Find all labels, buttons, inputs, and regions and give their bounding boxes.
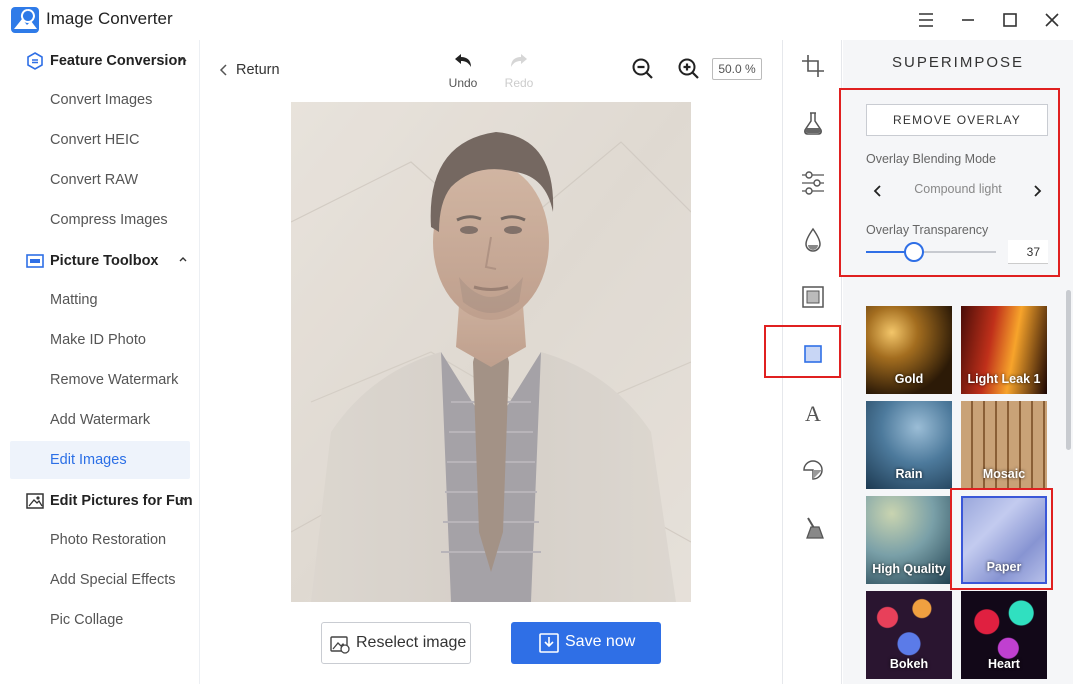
feature-conversion-icon [27, 52, 43, 70]
sidebar-item-photo-restoration[interactable]: Photo Restoration [10, 521, 190, 559]
crop-icon[interactable] [798, 51, 828, 81]
blend-mode-label: Overlay Blending Mode [866, 152, 996, 166]
app-title: Image Converter [46, 9, 173, 28]
chevron-left-icon [219, 64, 227, 76]
overlay-rain[interactable]: Rain [866, 401, 952, 489]
overlay-heart[interactable]: Heart [961, 591, 1047, 679]
overlay-icon[interactable] [798, 339, 828, 369]
overlay-high-quality[interactable]: High Quality [866, 496, 952, 584]
chevron-right-icon[interactable] [1031, 184, 1043, 198]
zoom-level[interactable]: 50.0 % [712, 58, 762, 80]
redo-button[interactable]: Redo [501, 52, 537, 92]
undo-icon [455, 54, 471, 67]
transparency-value[interactable]: 37 [1008, 240, 1048, 264]
panel-title: SUPERIMPOSE [891, 54, 1025, 71]
text-icon[interactable]: A [798, 397, 828, 427]
sidebar-item-convert-raw[interactable]: Convert RAW [10, 161, 190, 199]
zoom-in-icon[interactable] [677, 57, 701, 81]
sticker-icon[interactable] [798, 455, 828, 485]
section-picture-toolbox[interactable]: Picture Toolbox [0, 242, 200, 278]
drop-icon[interactable] [798, 225, 828, 255]
minimize-icon[interactable] [955, 8, 981, 32]
sidebar-item-pic-collage[interactable]: Pic Collage [10, 601, 190, 639]
reselect-image-button[interactable]: Reselect image [321, 622, 471, 664]
remove-overlay-button[interactable]: REMOVE OVERLAY [866, 104, 1048, 136]
sidebar: Feature Conversion Convert Images Conver… [0, 40, 200, 684]
sidebar-item-edit-images[interactable]: Edit Images [10, 441, 190, 479]
panel-scrollbar[interactable] [1066, 290, 1071, 450]
brush-icon[interactable] [798, 514, 828, 544]
chevron-up-icon [179, 497, 187, 502]
overlay-paper[interactable]: Paper [961, 496, 1047, 584]
undo-button[interactable]: Undo [445, 52, 481, 92]
menu-icon[interactable] [913, 8, 939, 32]
save-icon [539, 633, 559, 653]
close-icon[interactable] [1039, 8, 1065, 32]
svg-text:A: A [805, 401, 821, 426]
app-logo-icon [11, 7, 39, 33]
frame-icon[interactable] [798, 282, 828, 312]
save-now-button[interactable]: Save now [511, 622, 661, 664]
tool-column: A [764, 40, 842, 684]
chevron-up-icon [179, 257, 187, 262]
edit-pictures-icon [26, 493, 44, 509]
sidebar-item-convert-images[interactable]: Convert Images [10, 81, 190, 119]
section-label: Feature Conversion [50, 53, 187, 69]
superimpose-panel: SUPERIMPOSE REMOVE OVERLAY Overlay Blend… [839, 40, 1073, 684]
chevron-up-icon [179, 57, 187, 62]
zoom-out-icon[interactable] [631, 57, 655, 81]
picture-toolbox-icon [26, 254, 44, 268]
section-label: Picture Toolbox [50, 253, 159, 269]
sidebar-item-compress-images[interactable]: Compress Images [10, 201, 190, 239]
section-feature-conversion[interactable]: Feature Conversion [0, 42, 200, 78]
flask-icon[interactable] [798, 108, 828, 138]
title-bar: Image Converter [0, 0, 1073, 40]
sidebar-item-matting[interactable]: Matting [10, 281, 190, 319]
sidebar-item-convert-heic[interactable]: Convert HEIC [10, 121, 190, 159]
chevron-left-icon[interactable] [872, 184, 884, 198]
transparency-label: Overlay Transparency [866, 223, 989, 237]
overlay-bokeh[interactable]: Bokeh [866, 591, 952, 679]
sidebar-item-add-watermark[interactable]: Add Watermark [10, 401, 190, 439]
adjust-icon[interactable] [798, 167, 828, 197]
maximize-icon[interactable] [997, 8, 1023, 32]
sidebar-item-make-id-photo[interactable]: Make ID Photo [10, 321, 190, 359]
redo-icon [511, 54, 527, 67]
overlay-gold[interactable]: Gold [866, 306, 952, 394]
overlay-mosaic[interactable]: Mosaic [961, 401, 1047, 489]
image-preview [291, 102, 691, 602]
sidebar-item-remove-watermark[interactable]: Remove Watermark [10, 361, 190, 399]
editor-area: Return Undo Redo 50.0 % Reselect image S… [201, 40, 782, 684]
overlay-light-leak-1[interactable]: Light Leak 1 [961, 306, 1047, 394]
transparency-slider[interactable] [866, 242, 996, 262]
section-edit-pictures-for-fun[interactable]: Edit Pictures for Fun [0, 482, 200, 518]
section-label: Edit Pictures for Fun [50, 493, 193, 509]
reselect-image-icon [330, 636, 350, 654]
blend-mode-value: Compound light [914, 182, 1002, 196]
sidebar-item-add-special-effects[interactable]: Add Special Effects [10, 561, 190, 599]
slider-handle[interactable] [904, 242, 925, 262]
